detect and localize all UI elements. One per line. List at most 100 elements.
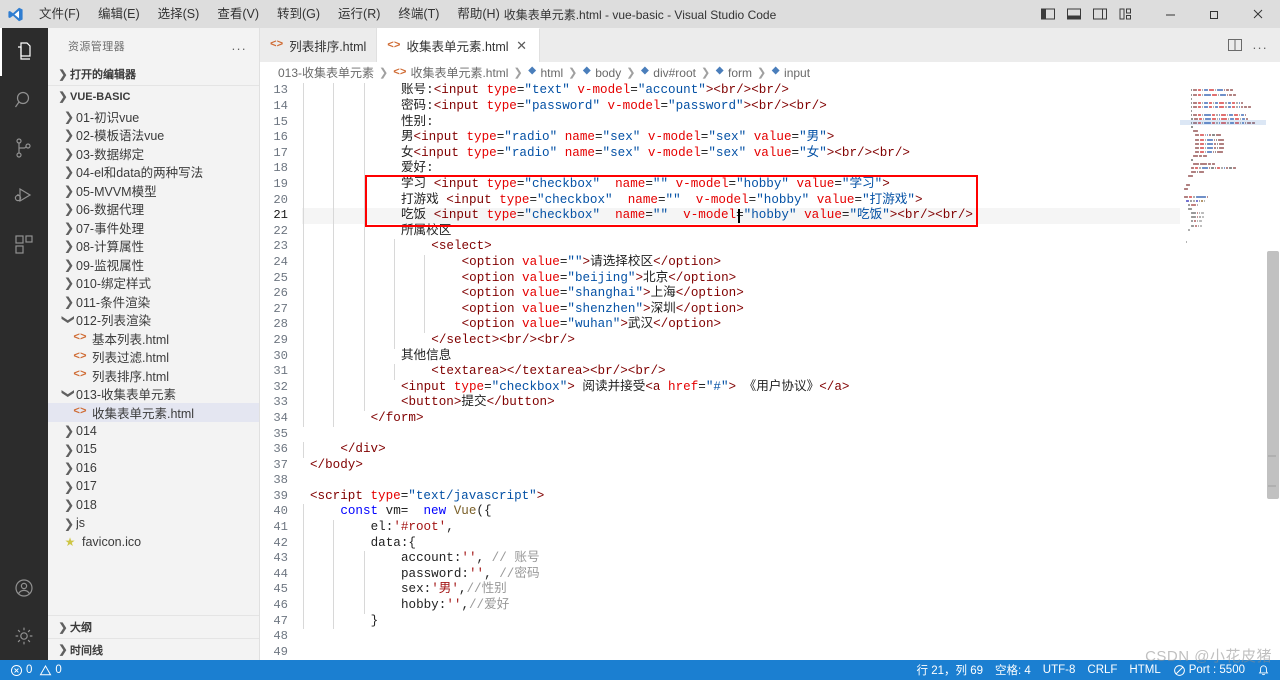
code-viewport[interactable]: 13 账号:<input type="text" v-model="account… bbox=[260, 83, 1180, 660]
code-line-text[interactable]: 其他信息 bbox=[302, 348, 1180, 365]
code-content[interactable]: 13 账号:<input type="text" v-model="account… bbox=[260, 83, 1180, 660]
menu-go[interactable]: 转到(G) bbox=[268, 0, 329, 28]
code-line-text[interactable]: } bbox=[302, 613, 1180, 630]
code-line-text[interactable]: sex:'男',//性别 bbox=[302, 582, 1180, 599]
customize-layout-icon[interactable] bbox=[1118, 6, 1134, 22]
panel-right-icon[interactable] bbox=[1092, 6, 1108, 22]
menu-edit[interactable]: 编辑(E) bbox=[89, 0, 149, 28]
breadcrumb-item[interactable]: ⯁ div#root bbox=[640, 66, 696, 80]
timeline-section[interactable]: ❯ 时间线 bbox=[48, 638, 259, 660]
code-line-text[interactable]: data:{ bbox=[302, 535, 1180, 552]
status-problems[interactable]: 0 0 bbox=[4, 660, 68, 680]
split-editor-icon[interactable] bbox=[1227, 37, 1243, 53]
code-line-text[interactable]: <option value="shenzhen">深圳</option> bbox=[302, 301, 1180, 318]
tree-file-row[interactable]: <> 收集表单元素.html bbox=[48, 403, 259, 422]
file-tree[interactable]: ❯ 01-初识vue ❯ 02-模板语法vue ❯ 03-数据绑定 ❯ 04-el和data的… bbox=[48, 107, 259, 615]
code-line[interactable]: 16 男<input type="radio" name="sex" v-mode… bbox=[260, 130, 1180, 146]
code-line[interactable]: 47} bbox=[260, 613, 1180, 630]
code-line-text[interactable] bbox=[302, 473, 1180, 489]
code-line-text[interactable]: </body> bbox=[302, 458, 1180, 474]
tab-list-sort[interactable]: <> 列表排序.html bbox=[260, 28, 378, 63]
code-line-text[interactable]: password:'', //密码 bbox=[302, 566, 1180, 583]
code-line[interactable]: 42 data:{ bbox=[260, 535, 1180, 552]
editor-tabs[interactable]: <> 列表排序.html <> 收集表单元素.html ✕ ... bbox=[260, 28, 1280, 63]
code-line-text[interactable]: <textarea></textarea><br/><br/> bbox=[302, 364, 1180, 380]
code-line[interactable]: 35 bbox=[260, 427, 1180, 443]
code-line[interactable]: 48 bbox=[260, 629, 1180, 645]
status-cursor-position[interactable]: 行 21，列 69 bbox=[911, 660, 989, 680]
code-line[interactable]: 49 bbox=[260, 645, 1180, 660]
code-line-text[interactable]: 性别: bbox=[302, 114, 1180, 131]
code-line-text[interactable]: <button>提交</button> bbox=[302, 395, 1180, 411]
tab-close-icon[interactable]: ✕ bbox=[515, 38, 529, 54]
breadcrumb-item[interactable]: ⯁ html bbox=[528, 66, 563, 80]
tree-folder-row[interactable]: ❯ 08-计算属性 bbox=[48, 237, 259, 256]
code-line-text[interactable]: <select> bbox=[302, 239, 1180, 255]
code-line-text[interactable]: 所属校区 bbox=[302, 223, 1180, 240]
code-line[interactable]: 36 </div> bbox=[260, 442, 1180, 458]
restore-button[interactable] bbox=[1192, 0, 1236, 28]
menu-help[interactable]: 帮助(H) bbox=[448, 0, 508, 28]
editor-tab-actions[interactable]: ... bbox=[1215, 28, 1280, 62]
code-line[interactable]: 31 <textarea></textarea><br/><br/> bbox=[260, 364, 1180, 380]
code-line-text[interactable]: 密码:<input type="password" v-model="passw… bbox=[302, 99, 1180, 115]
tree-folder-row[interactable]: ❯ 016 bbox=[48, 459, 259, 478]
breadcrumb-item[interactable]: ⯁ form bbox=[715, 66, 752, 80]
code-line[interactable]: 45 sex:'男',//性别 bbox=[260, 582, 1180, 599]
code-line[interactable]: 25 <option value="beijing">北京</option> bbox=[260, 270, 1180, 287]
tree-folder-row[interactable]: ❯ js bbox=[48, 514, 259, 533]
tree-folder-row[interactable]: ❯ 04-el和data的两种写法 bbox=[48, 163, 259, 182]
code-line-text[interactable]: 打游戏 <input type="checkbox" name="" v-mod… bbox=[302, 192, 1180, 209]
tree-folder-row[interactable]: ❯ 05-MVVM模型 bbox=[48, 181, 259, 200]
tree-file-row[interactable]: <> 列表过滤.html bbox=[48, 348, 259, 367]
code-line[interactable]: 43 account:'', // 账号 bbox=[260, 551, 1180, 567]
code-line-text[interactable]: 男<input type="radio" name="sex" v-model=… bbox=[302, 130, 1180, 146]
tree-folder-row[interactable]: ❯ 011-条件渲染 bbox=[48, 292, 259, 311]
code-line[interactable]: 40 const vm= new Vue({ bbox=[260, 504, 1180, 521]
code-line-text[interactable]: 学习 <input type="checkbox" name="" v-mode… bbox=[302, 177, 1180, 193]
tree-folder-row[interactable]: ❯ 06-数据代理 bbox=[48, 200, 259, 219]
code-line-text[interactable]: <option value="beijing">北京</option> bbox=[302, 270, 1180, 287]
code-line[interactable]: 27 <option value="shenzhen">深圳</option> bbox=[260, 301, 1180, 318]
code-line[interactable]: 15 性别: bbox=[260, 114, 1180, 131]
menu-terminal[interactable]: 终端(T) bbox=[389, 0, 448, 28]
activity-explorer-icon[interactable] bbox=[0, 28, 48, 76]
activity-source-control-icon[interactable] bbox=[0, 124, 48, 172]
panel-bottom-icon[interactable] bbox=[1066, 6, 1082, 22]
breadcrumb-item[interactable]: <> 收集表单元素.html bbox=[393, 64, 508, 81]
status-encoding[interactable]: UTF-8 bbox=[1037, 660, 1082, 680]
minimap-slider[interactable] bbox=[1180, 120, 1266, 126]
activity-run-debug-icon[interactable] bbox=[0, 172, 48, 220]
code-line-text[interactable]: 女<input type="radio" name="sex" v-model=… bbox=[302, 145, 1180, 162]
code-line[interactable]: 26 <option value="shanghai">上海</option> bbox=[260, 286, 1180, 302]
menu-bar[interactable]: 文件(F) 编辑(E) 选择(S) 查看(V) 转到(G) 运行(R) 终端(T… bbox=[30, 0, 509, 28]
tree-file-row[interactable]: <> 列表排序.html bbox=[48, 366, 259, 385]
code-line[interactable]: 19 学习 <input type="checkbox" name="" v-mo… bbox=[260, 177, 1180, 193]
code-line[interactable]: 24 <option value="">请选择校区</option> bbox=[260, 254, 1180, 271]
code-line-text[interactable]: </select><br/><br/> bbox=[302, 332, 1180, 349]
code-line-text[interactable] bbox=[302, 427, 1180, 443]
code-line-text[interactable]: 吃饭 <input type="checkbox" name="" v-mode… bbox=[302, 208, 1180, 224]
code-line[interactable]: 20 打游戏 <input type="checkbox" name="" v-m… bbox=[260, 192, 1180, 209]
tree-folder-row[interactable]: ❯ 015 bbox=[48, 440, 259, 459]
code-line[interactable]: 46 hobby:'',//爱好 bbox=[260, 598, 1180, 614]
menu-view[interactable]: 查看(V) bbox=[208, 0, 268, 28]
code-line[interactable]: 38 bbox=[260, 473, 1180, 489]
code-line[interactable]: 23 <select> bbox=[260, 239, 1180, 255]
code-line[interactable]: 21 吃饭 <input type="checkbox" name="" v-mo… bbox=[260, 208, 1180, 224]
status-indentation[interactable]: 空格: 4 bbox=[989, 660, 1037, 680]
breadcrumb[interactable]: 013-收集表单元素 ❯ <> 收集表单元素.html ❯ ⯁ html ❯ ⯁ body ❯ ⯁ di… bbox=[260, 62, 1280, 84]
code-line[interactable]: 39 <script type="text/javascript"> bbox=[260, 489, 1180, 505]
code-line-text[interactable]: 爱好: bbox=[302, 161, 1180, 178]
breadcrumb-item[interactable]: ⯁ body bbox=[582, 66, 621, 80]
code-line-text[interactable]: account:'', // 账号 bbox=[302, 551, 1180, 567]
code-line[interactable]: 17 女<input type="radio" name="sex" v-mode… bbox=[260, 145, 1180, 162]
code-line-text[interactable] bbox=[302, 645, 1180, 660]
breadcrumb-item[interactable]: 013-收集表单元素 bbox=[278, 64, 374, 81]
outline-section[interactable]: ❯ 大纲 bbox=[48, 616, 259, 638]
tree-folder-row[interactable]: ❯ 09-监视属性 bbox=[48, 255, 259, 274]
activity-settings-gear-icon[interactable] bbox=[0, 612, 48, 660]
code-line-text[interactable]: el:'#root', bbox=[302, 520, 1180, 536]
code-line[interactable]: 32 <input type="checkbox"> 阅读并接受<a href="… bbox=[260, 379, 1180, 396]
window-controls[interactable] bbox=[1040, 0, 1280, 28]
